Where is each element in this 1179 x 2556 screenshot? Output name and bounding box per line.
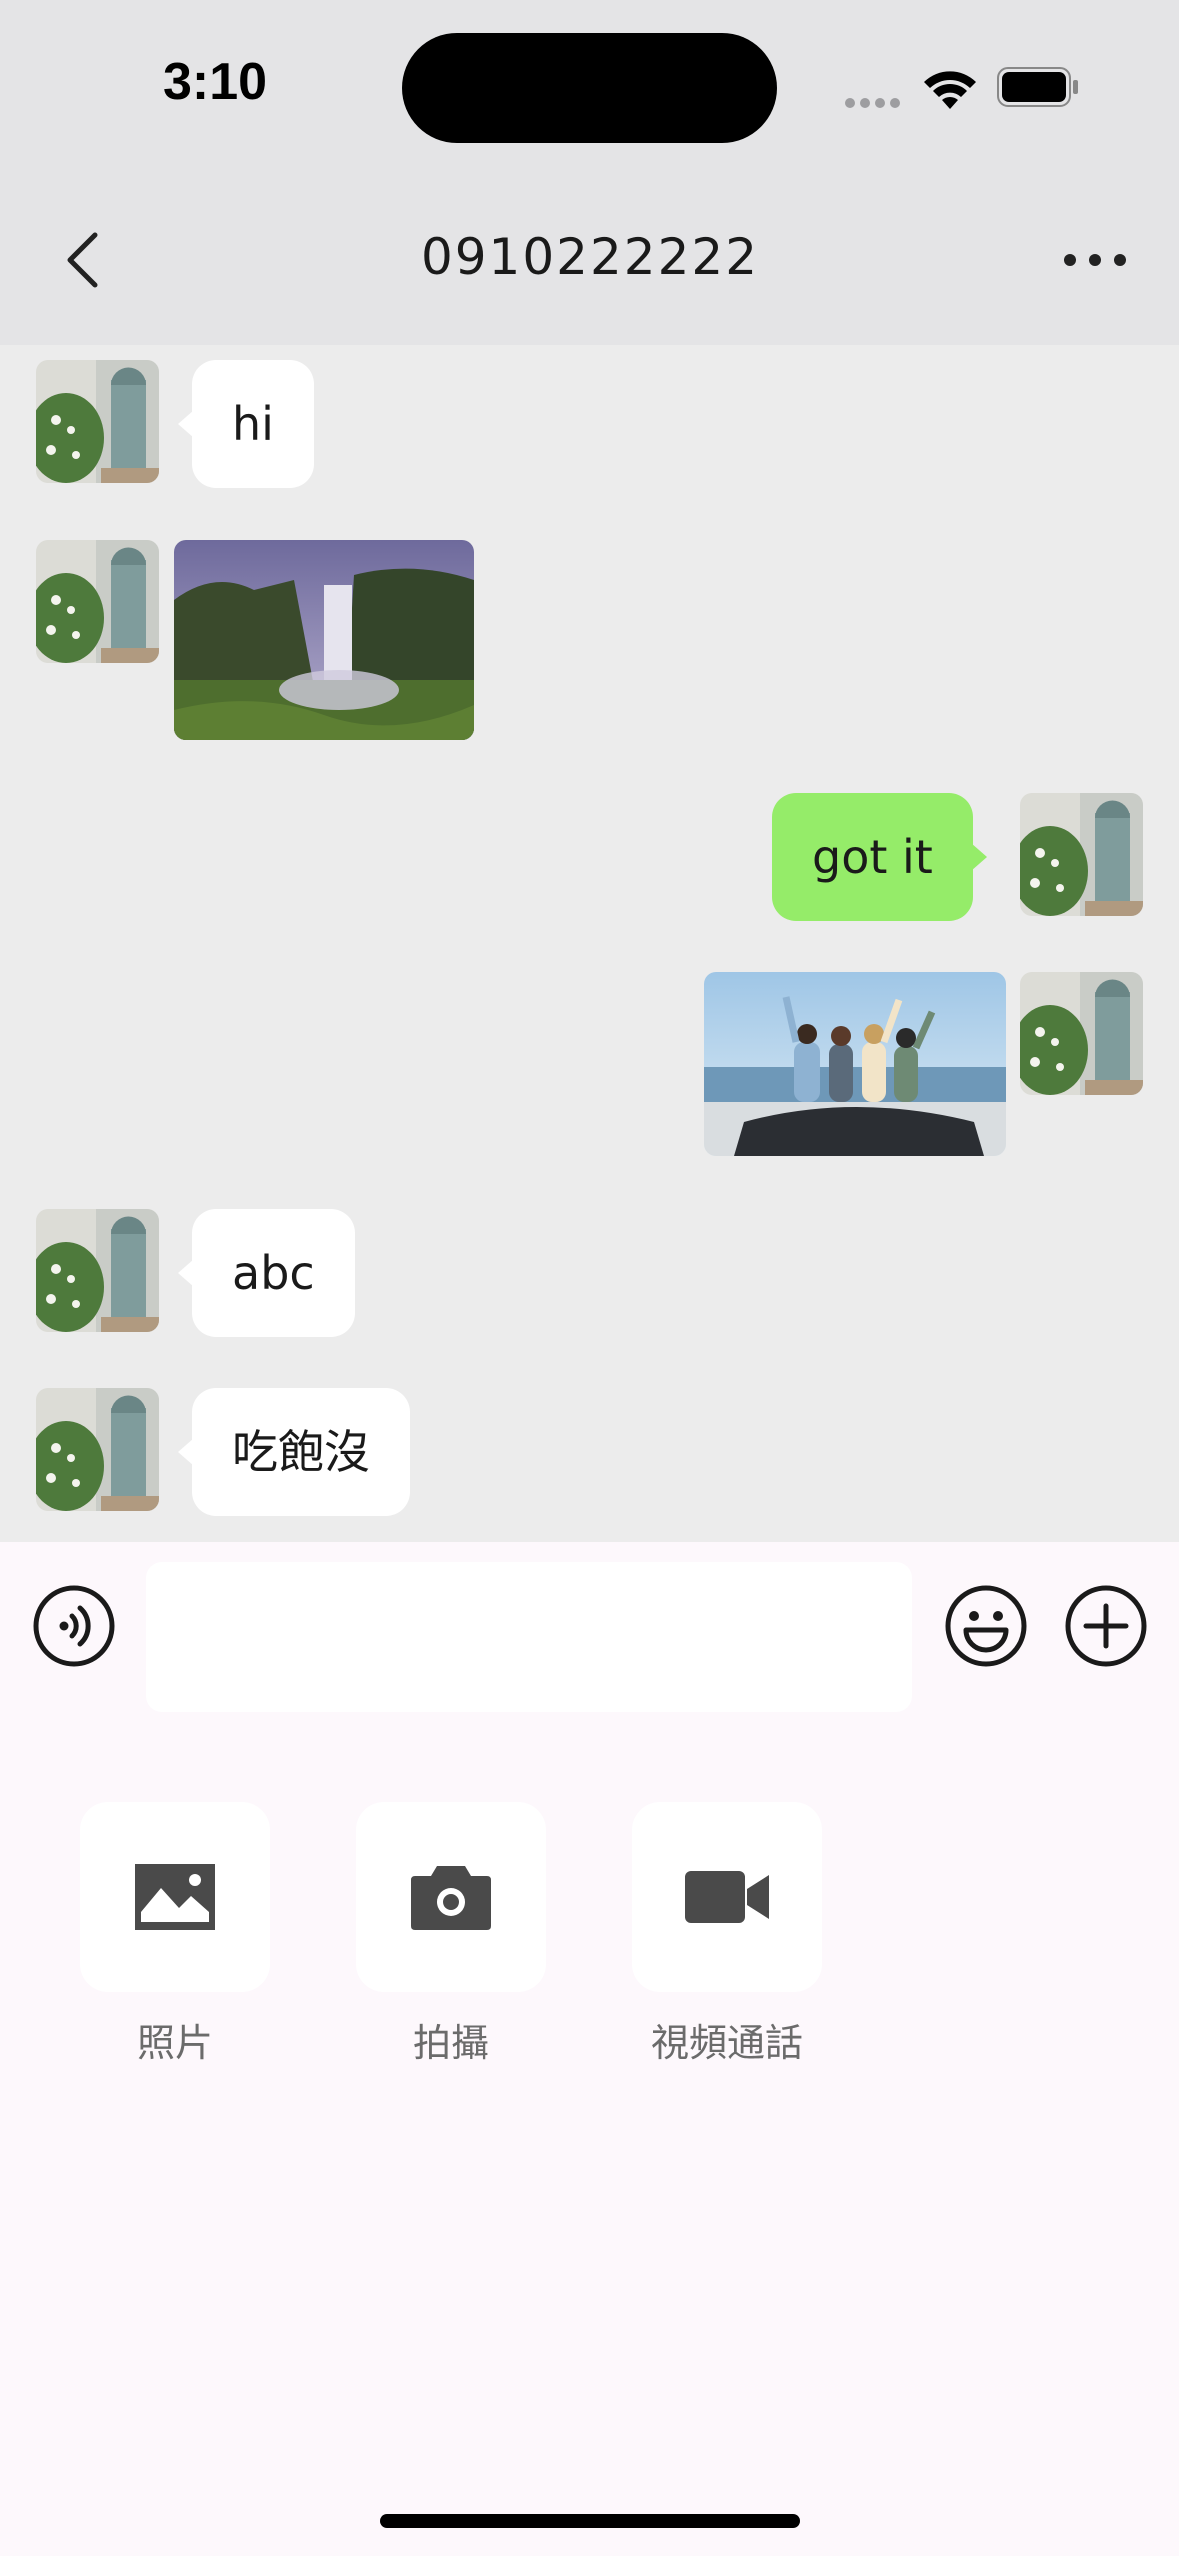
- video-camera-icon: [685, 1871, 769, 1923]
- message-bubble-received[interactable]: hi: [178, 360, 314, 488]
- message-image-friends[interactable]: [704, 972, 1006, 1156]
- battery-icon: [997, 67, 1078, 107]
- tool-photo-label: 照片: [136, 2021, 213, 2065]
- tool-video-call-label: 視頻通話: [650, 2021, 803, 2065]
- input-panel: 照片 拍攝 視頻通話: [0, 1542, 1179, 2556]
- contact-avatar[interactable]: [36, 1388, 159, 1511]
- tool-video-call[interactable]: 視頻通話: [627, 1802, 827, 2067]
- camera-icon: [411, 1866, 491, 1930]
- message-image-waterfall[interactable]: [174, 540, 474, 740]
- tool-camera-label: 拍攝: [412, 2021, 489, 2065]
- tool-camera-tile[interactable]: [356, 1802, 546, 1992]
- signal-icon: [845, 93, 905, 112]
- contact-avatar[interactable]: [36, 360, 159, 483]
- header: 3:10 0910222222: [0, 0, 1179, 345]
- image-icon: [135, 1864, 215, 1930]
- contact-avatar[interactable]: [36, 1209, 159, 1332]
- chat-title: 0910222222: [420, 228, 760, 286]
- home-indicator[interactable]: [380, 2514, 800, 2528]
- message-bubble-received[interactable]: abc: [178, 1209, 355, 1337]
- message-list[interactable]: hi got it abc 吃飽沒: [0, 345, 1179, 1542]
- dynamic-island: [402, 33, 777, 143]
- contact-avatar[interactable]: [36, 540, 159, 663]
- more-actions-button[interactable]: [1064, 1584, 1148, 1668]
- tool-video-call-tile[interactable]: [632, 1802, 822, 1992]
- wifi-icon: [924, 71, 976, 109]
- my-avatar[interactable]: [1020, 972, 1143, 1095]
- message-input[interactable]: [146, 1562, 912, 1712]
- emoji-button[interactable]: [944, 1584, 1028, 1668]
- chat-screen: 3:10 0910222222 hi got it abc 吃飽沒 照片 拍攝 …: [0, 0, 1179, 2556]
- voice-input-button[interactable]: [32, 1584, 116, 1668]
- message-bubble-received[interactable]: 吃飽沒: [178, 1388, 410, 1516]
- tool-photo[interactable]: 照片: [75, 1802, 275, 2067]
- my-avatar[interactable]: [1020, 793, 1143, 916]
- status-time: 3:10: [162, 53, 268, 111]
- tool-photo-tile[interactable]: [80, 1802, 270, 1992]
- more-options-button[interactable]: [1060, 240, 1130, 280]
- tool-camera[interactable]: 拍攝: [351, 1802, 551, 2067]
- back-button[interactable]: [55, 225, 115, 295]
- message-bubble-sent[interactable]: got it: [772, 793, 987, 921]
